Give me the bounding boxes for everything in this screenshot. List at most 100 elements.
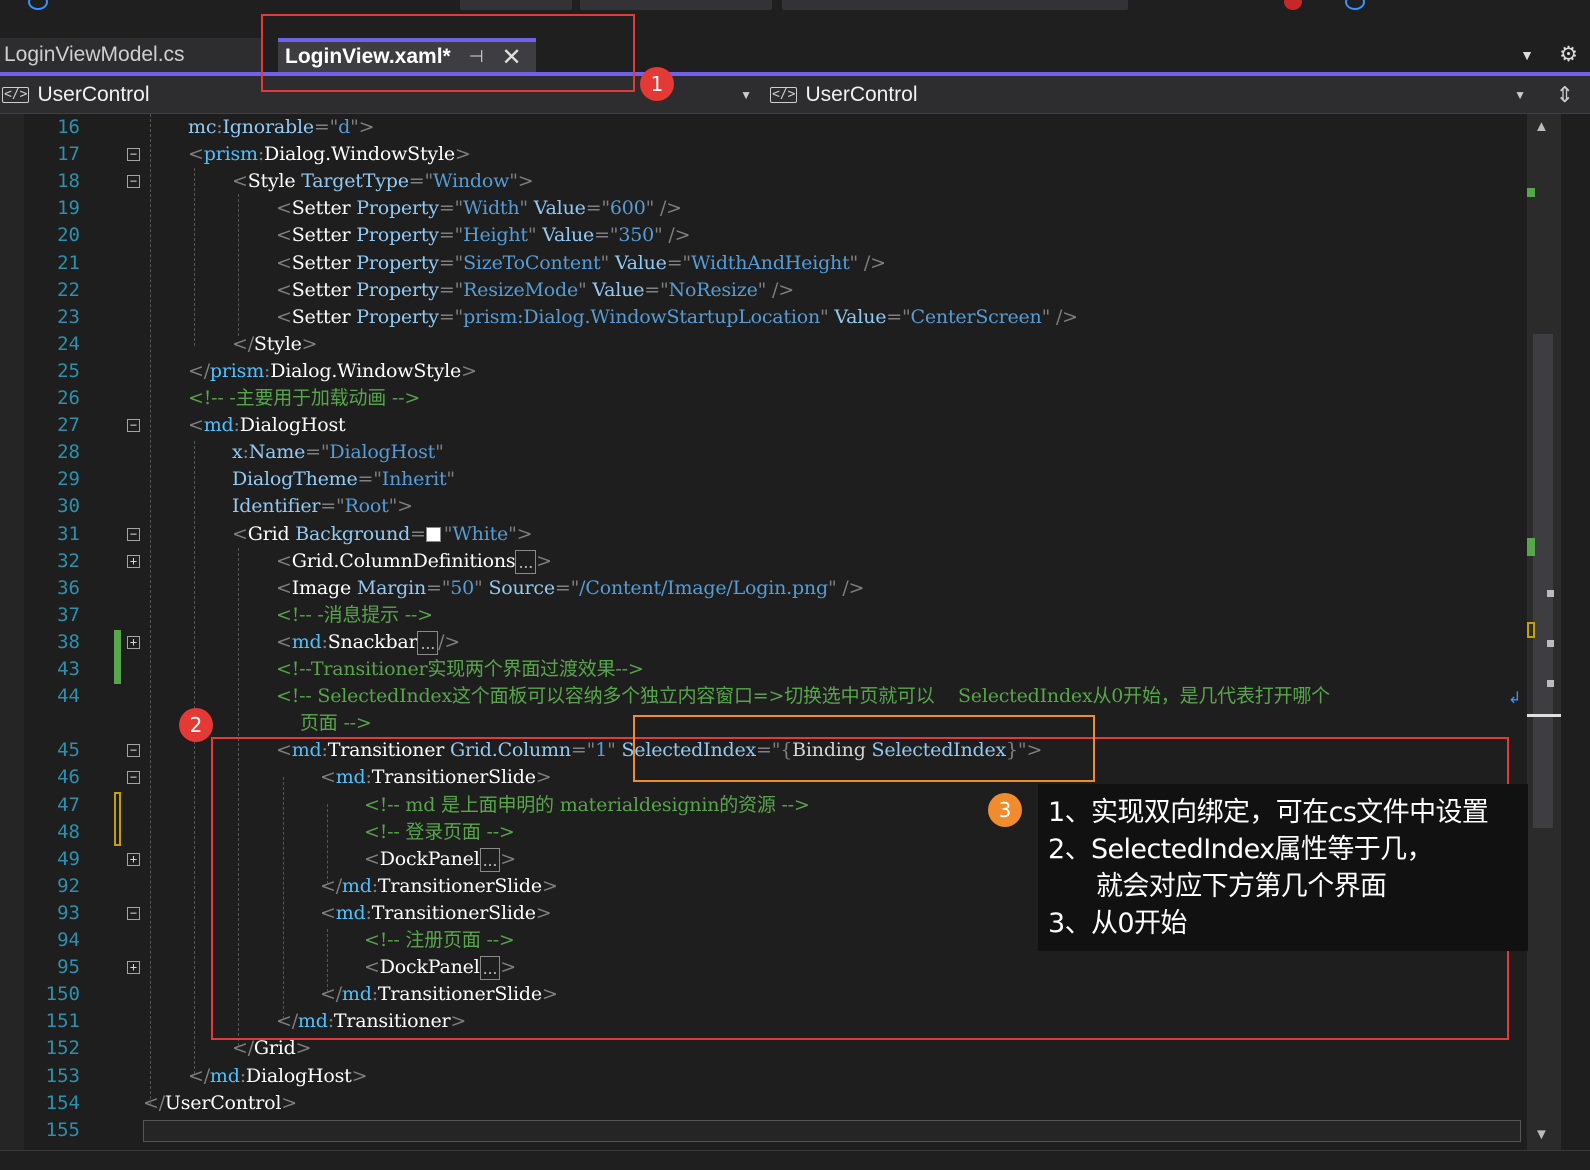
- code-token: 350: [618, 224, 655, 247]
- scroll-down-icon[interactable]: ▼: [1534, 1126, 1549, 1143]
- code-token: >: [295, 1037, 312, 1060]
- code-text: <!-- SelectedIndex这个面板可以容纳多个独立内容窗口=>切换选中…: [276, 683, 1330, 710]
- member-scope-label: UserControl: [805, 83, 918, 106]
- code-line[interactable]: 22 <Setter Property="ResizeMode" Value="N…: [0, 277, 1527, 304]
- code-token: Property: [356, 305, 439, 328]
- expand-icon[interactable]: +: [127, 961, 140, 975]
- vertical-scrollbar[interactable]: ▲ ▼: [1527, 114, 1561, 1154]
- line-number: 28: [57, 441, 80, 464]
- code-token: SizeToContent: [463, 251, 601, 274]
- scroll-thumb[interactable]: [1533, 334, 1553, 828]
- collapsed-region-button[interactable]: ...: [417, 630, 439, 655]
- collapse-icon[interactable]: −: [127, 744, 140, 758]
- code-line[interactable]: 30 Identifier="Root">: [0, 493, 1527, 520]
- code-text: <!--Transitioner实现两个界面过渡效果-->: [276, 656, 644, 683]
- code-text: <md:Snackbar.../>: [276, 629, 460, 656]
- line-number: 93: [57, 901, 80, 924]
- code-text: <Setter Property="prism:Dialog.WindowSta…: [276, 304, 1078, 331]
- scroll-up-icon[interactable]: ▲: [1534, 118, 1549, 135]
- type-scope-label: UserControl: [37, 83, 150, 106]
- collapse-icon[interactable]: −: [127, 148, 140, 162]
- code-token: Setter: [291, 305, 357, 328]
- code-line[interactable]: 24 </Style>: [0, 331, 1527, 358]
- code-token: </: [143, 1091, 165, 1114]
- code-token: <: [276, 630, 292, 653]
- code-line[interactable]: 153 </md:DialogHost>: [0, 1063, 1527, 1090]
- chevron-down-icon: ▼: [1514, 88, 1526, 102]
- line-number: 48: [57, 820, 80, 843]
- code-line[interactable]: 37 <!-- -消息提示 -->: [0, 602, 1527, 629]
- code-line[interactable]: 44 <!-- SelectedIndex这个面板可以容纳多个独立内容窗口=>切换…: [0, 683, 1527, 710]
- line-number: 38: [57, 630, 80, 653]
- expand-icon[interactable]: +: [127, 635, 140, 649]
- collapse-icon[interactable]: −: [127, 527, 140, 541]
- tab-loginviewmodel[interactable]: LoginViewModel.cs: [0, 38, 262, 72]
- code-line[interactable]: 28 x:Name="DialogHost": [0, 439, 1527, 466]
- code-token: Value: [542, 224, 595, 247]
- code-line[interactable]: 25 </prism:Dialog.WindowStyle>: [0, 358, 1527, 385]
- code-token: =": [438, 305, 464, 328]
- collapsed-region-button[interactable]: ...: [515, 549, 537, 574]
- code-token: </: [188, 1064, 210, 1087]
- collapse-icon[interactable]: −: [127, 175, 140, 189]
- code-line[interactable]: 21 <Setter Property="SizeToContent" Value…: [0, 250, 1527, 277]
- line-number: 17: [57, 143, 80, 166]
- collapse-icon[interactable]: −: [127, 771, 140, 785]
- code-token: White: [452, 522, 509, 545]
- code-token: /Content/Image/Login.png: [579, 576, 828, 599]
- code-line[interactable]: 43 <!--Transitioner实现两个界面过渡效果-->: [0, 656, 1527, 683]
- code-token: WidthAndHeight: [690, 251, 850, 274]
- note-line-2: 2、SelectedIndex属性等于几，: [1048, 834, 1434, 865]
- code-token: md: [203, 414, 234, 437]
- code-line[interactable]: 26 <!-- -主要用于加载动画 -->: [0, 385, 1527, 412]
- expand-icon[interactable]: +: [127, 554, 140, 568]
- code-line[interactable]: 20 <Setter Property="Height" Value="350" …: [0, 222, 1527, 249]
- code-line[interactable]: 23 <Setter Property="prism:Dialog.WindowS…: [0, 304, 1527, 331]
- line-number: 18: [57, 170, 80, 193]
- line-number: 32: [57, 549, 80, 572]
- code-token: >: [454, 143, 471, 166]
- code-line[interactable]: 29 DialogTheme="Inherit": [0, 466, 1527, 493]
- collapse-icon[interactable]: −: [127, 906, 140, 920]
- tab-highlight-box: [261, 14, 635, 92]
- code-line[interactable]: 38 + <md:Snackbar.../>: [0, 629, 1527, 656]
- line-number: 43: [57, 658, 80, 680]
- code-line[interactable]: 32 + <Grid.ColumnDefinitions... >: [0, 548, 1527, 575]
- tab-label: LoginViewModel.cs: [4, 43, 185, 66]
- code-line[interactable]: 19 <Setter Property="Width" Value="600" /…: [0, 195, 1527, 222]
- code-line[interactable]: 18 − <Style TargetType="Window">: [0, 168, 1527, 195]
- code-token: =": [438, 197, 464, 220]
- member-scope-dropdown[interactable]: </> UserControl ▼: [770, 80, 1536, 110]
- code-token: Setter: [291, 224, 357, 247]
- line-number: 94: [57, 929, 80, 951]
- code-text: </md:DialogHost>: [188, 1063, 368, 1090]
- annotation-badge-1: 1: [640, 67, 674, 101]
- code-line[interactable]: 17 − <prism:Dialog.WindowStyle>: [0, 141, 1527, 168]
- expand-icon[interactable]: +: [127, 852, 140, 866]
- code-line[interactable]: 154 </UserControl>: [0, 1090, 1527, 1117]
- code-text: <Image Margin="50" Source="/Content/Imag…: [276, 575, 864, 602]
- code-line[interactable]: 16 mc:Ignorable="d">: [0, 114, 1527, 141]
- code-token: Value: [592, 278, 645, 301]
- code-token: Value: [614, 251, 667, 274]
- code-token: =": [408, 170, 434, 193]
- code-text: </Style>: [232, 331, 318, 358]
- horizontal-scrollbar[interactable]: [143, 1120, 1521, 1142]
- code-token: ">: [509, 170, 534, 193]
- split-editor-icon[interactable]: ⇕: [1556, 82, 1574, 108]
- code-token: Setter: [291, 251, 357, 274]
- line-number: 154: [45, 1091, 80, 1114]
- tab-list-dropdown-icon[interactable]: ▼: [1520, 47, 1534, 63]
- code-token: >: [281, 1091, 297, 1114]
- collapse-icon[interactable]: −: [127, 419, 140, 433]
- top-toolbar: [0, 0, 1590, 14]
- gear-icon[interactable]: ⚙: [1559, 42, 1578, 67]
- code-token: Source: [488, 576, 555, 599]
- note-line-1: 1、实现双向绑定，可在cs文件中设置: [1048, 797, 1489, 828]
- code-token: Dialog.WindowStyle: [270, 359, 462, 382]
- code-line[interactable]: 31 − <Grid Background= "White">: [0, 521, 1527, 548]
- code-line[interactable]: 27 − <md:DialogHost: [0, 412, 1527, 439]
- code-text: <Grid Background= "White">: [232, 521, 533, 548]
- code-line[interactable]: 36 <Image Margin="50" Source="/Content/Im…: [0, 575, 1527, 602]
- code-token: ": [474, 576, 489, 599]
